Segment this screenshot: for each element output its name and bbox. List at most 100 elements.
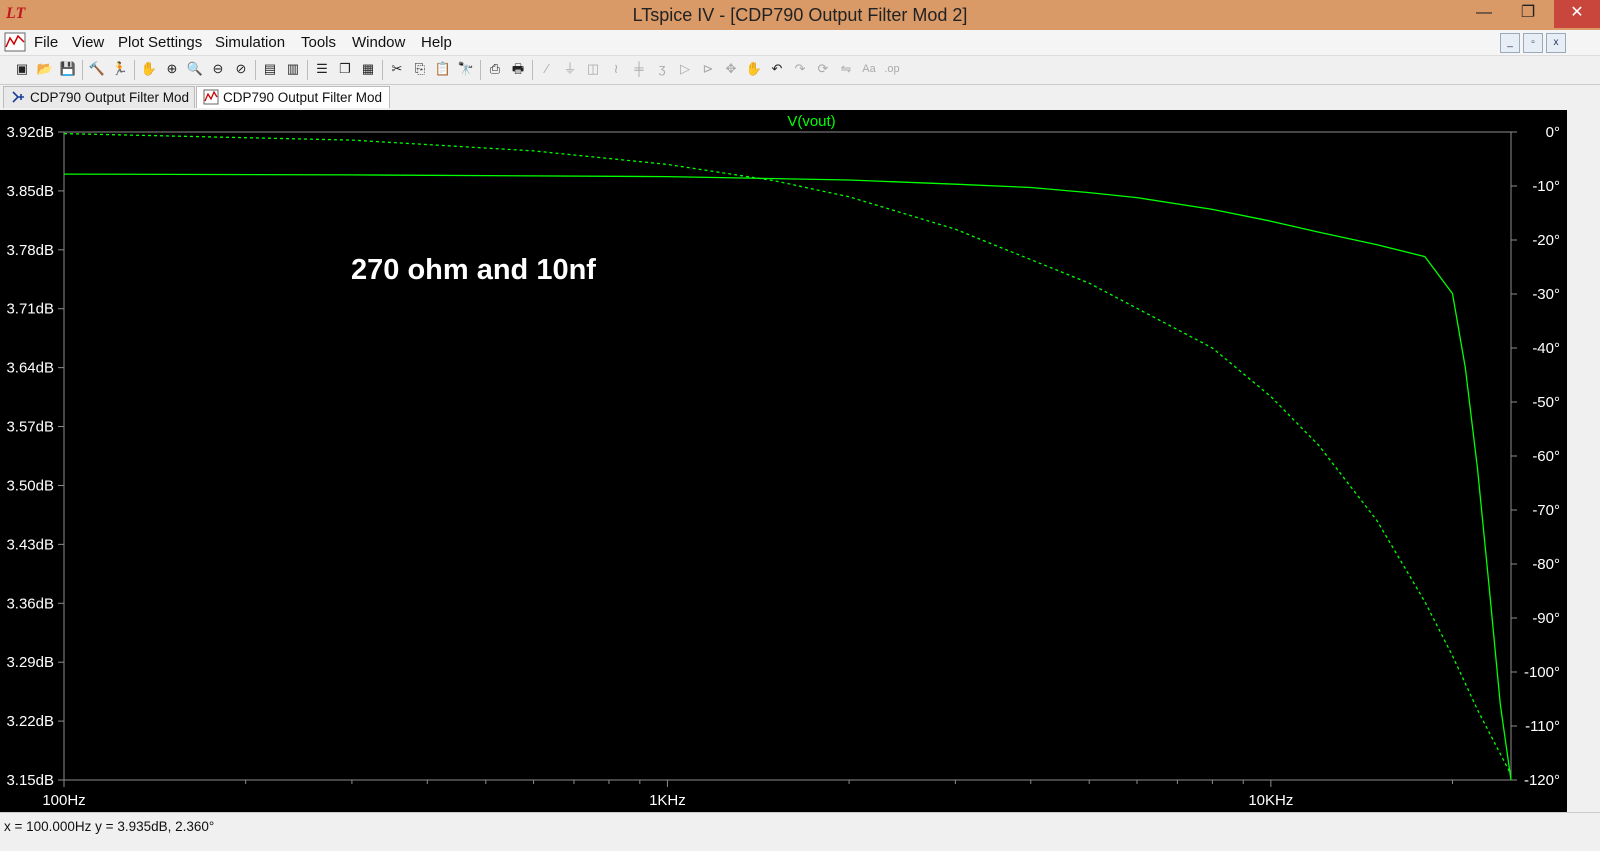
magnitude-trace — [63, 173, 1512, 781]
x-tick-label: 100Hz — [42, 792, 85, 809]
y-left-tick-label: 3.64dB — [6, 360, 54, 377]
tile-horizontal-icon[interactable]: ☰ — [312, 59, 332, 79]
maximize-button[interactable]: ❐ — [1506, 0, 1550, 28]
menu-file[interactable]: File — [34, 34, 58, 51]
vertical-scroll-area — [1567, 110, 1600, 812]
mdi-restore-button[interactable]: ▫ — [1523, 33, 1543, 53]
y-right-tick-label: -60° — [1532, 448, 1560, 465]
tile-icon[interactable]: ▦ — [358, 59, 378, 79]
title-bar: LT LTspice IV - [CDP790 Output Filter Mo… — [0, 0, 1600, 30]
undo-icon[interactable]: ↶ — [767, 59, 787, 79]
y-right-tick-label: -100° — [1524, 664, 1560, 681]
drag-icon[interactable]: ✋ — [744, 59, 764, 79]
inductor-icon[interactable]: ʒ — [652, 59, 672, 79]
y-right-tick-label: -30° — [1532, 286, 1560, 303]
y-right-tick-label: -50° — [1532, 394, 1560, 411]
menu-simulation[interactable]: Simulation — [215, 34, 285, 51]
y-left-tick-label: 3.15dB — [6, 772, 54, 789]
resistor-icon[interactable]: ≀ — [606, 59, 626, 79]
y-left-tick-label: 3.92dB — [6, 124, 54, 141]
menu-bar: File View Plot Settings Simulation Tools… — [0, 30, 1600, 56]
toolbar-separator — [480, 60, 481, 80]
toolbar-separator — [307, 60, 308, 80]
toolbar-separator — [82, 60, 83, 80]
print-setup-icon[interactable]: ⎙ — [485, 59, 505, 79]
window-title: LTspice IV - [CDP790 Output Filter Mod 2… — [632, 5, 968, 25]
menu-window[interactable]: Window — [352, 34, 405, 51]
ground-icon[interactable]: ⏚ — [560, 59, 580, 79]
run-icon[interactable]: 🏃 — [110, 59, 130, 79]
y-left-tick-label: 3.78dB — [6, 242, 54, 259]
y-left-tick-label: 3.57dB — [6, 419, 54, 436]
cut-icon[interactable]: ✂ — [387, 59, 407, 79]
spice-directive-icon[interactable]: .op — [882, 59, 902, 79]
y-left-tick-label: 3.43dB — [6, 536, 54, 553]
control-panel-icon[interactable]: 🔨 — [87, 59, 107, 79]
autorange-icon[interactable]: ▤ — [260, 59, 280, 79]
y-left-tick-label: 3.71dB — [6, 301, 54, 318]
autorange-y-icon[interactable]: ▥ — [283, 59, 303, 79]
zoom-cancel-icon[interactable]: ⊘ — [231, 59, 251, 79]
y-right-tick-label: -20° — [1532, 232, 1560, 249]
toolbar-separator — [255, 60, 256, 80]
rotate-icon[interactable]: ⟳ — [813, 59, 833, 79]
trace-name-label: V(vout) — [787, 113, 835, 130]
tab-waveform[interactable]: CDP790 Output Filter Mod 2 — [196, 86, 390, 126]
y-left-tick-label: 3.29dB — [6, 654, 54, 671]
menu-help[interactable]: Help — [421, 34, 452, 51]
zoom-in-icon[interactable]: ⊕ — [162, 59, 182, 79]
print-icon[interactable]: 🖶 — [508, 59, 528, 79]
y-right-tick-label: -120° — [1524, 772, 1560, 789]
cascade-icon[interactable]: ❐ — [335, 59, 355, 79]
tab-bar: CDP790 Output Filter Mod 2 CDP790 Output… — [0, 85, 1600, 126]
toolbar: ▣ 📂 💾 🔨 🏃 ✋ ⊕ 🔍 ⊖ ⊘ ▤ ▥ ☰ ❐ ▦ ✂ ⎘ 📋 🔭 ⎙ 🖶 ∕ ⏚ ◫ ≀ ╪ ʒ ▷ ⊳ ✥ ✋ ↶ ↷ ⟳ ⇋ Aa .op — [0, 56, 1600, 85]
mirror-icon[interactable]: ⇋ — [836, 59, 856, 79]
y-left-tick-label: 3.36dB — [6, 595, 54, 612]
open-icon[interactable]: 📂 — [35, 59, 55, 79]
y-right-tick-label: -110° — [1525, 718, 1560, 735]
x-tick-label: 1KHz — [649, 792, 686, 809]
x-tick-label: 10KHz — [1248, 792, 1293, 809]
menu-view[interactable]: View — [72, 34, 104, 51]
waveform-plot-pane[interactable]: V(vout) 3.92dB 3.85dB 3.78dB 3.71dB 3.64dB 3.5… — [0, 110, 1567, 812]
copy-icon[interactable]: ⎘ — [410, 59, 430, 79]
paste-icon[interactable]: 📋 — [433, 59, 453, 79]
component-icon[interactable]: ⊳ — [698, 59, 718, 79]
find-icon[interactable]: 🔭 — [456, 59, 476, 79]
zoom-out-icon[interactable]: ⊖ — [208, 59, 228, 79]
y-left-tick-label: 3.85dB — [6, 183, 54, 200]
schematic-icon — [12, 91, 24, 103]
y-left-tick-label: 3.50dB — [6, 477, 54, 494]
text-icon[interactable]: Aa — [859, 59, 879, 79]
menu-plot-settings[interactable]: Plot Settings — [118, 34, 202, 51]
tab-schematic[interactable]: CDP790 Output Filter Mod 2 — [3, 86, 195, 126]
y-right-tick-label: -70° — [1532, 502, 1560, 519]
y-right-tick-label: -90° — [1532, 610, 1560, 627]
save-icon[interactable]: 💾 — [58, 59, 78, 79]
toolbar-separator — [134, 60, 135, 80]
move-icon[interactable]: ✥ — [721, 59, 741, 79]
menu-tools[interactable]: Tools — [301, 34, 336, 51]
new-schematic-icon[interactable]: ▣ — [12, 59, 32, 79]
wire-icon[interactable]: ∕ — [537, 59, 557, 79]
waveform-window-icon[interactable] — [4, 32, 26, 52]
close-button[interactable]: ✕ — [1554, 0, 1600, 28]
mdi-close-button[interactable]: x — [1546, 33, 1566, 53]
diode-icon[interactable]: ▷ — [675, 59, 695, 79]
y-left-tick-label: 3.22dB — [6, 713, 54, 730]
pan-icon[interactable]: ✋ — [139, 59, 159, 79]
bode-plot[interactable]: V(vout) 3.92dB 3.85dB 3.78dB 3.71dB 3.64dB 3.5… — [0, 110, 1567, 812]
waveform-icon — [203, 89, 219, 105]
toolbar-separator — [382, 60, 383, 80]
y-right-tick-label: -10° — [1532, 178, 1560, 195]
plot-frame — [63, 131, 1512, 781]
minimize-button[interactable]: — — [1462, 0, 1506, 28]
mdi-minimize-button[interactable]: _ — [1500, 33, 1520, 53]
y-right-tick-label: -80° — [1532, 556, 1560, 573]
label-icon[interactable]: ◫ — [583, 59, 603, 79]
redo-icon[interactable]: ↷ — [790, 59, 810, 79]
zoom-area-icon[interactable]: 🔍 — [185, 59, 205, 79]
phase-trace — [63, 132, 1512, 775]
plot-annotation: 270 ohm and 10nf — [351, 254, 596, 286]
capacitor-icon[interactable]: ╪ — [629, 59, 649, 79]
